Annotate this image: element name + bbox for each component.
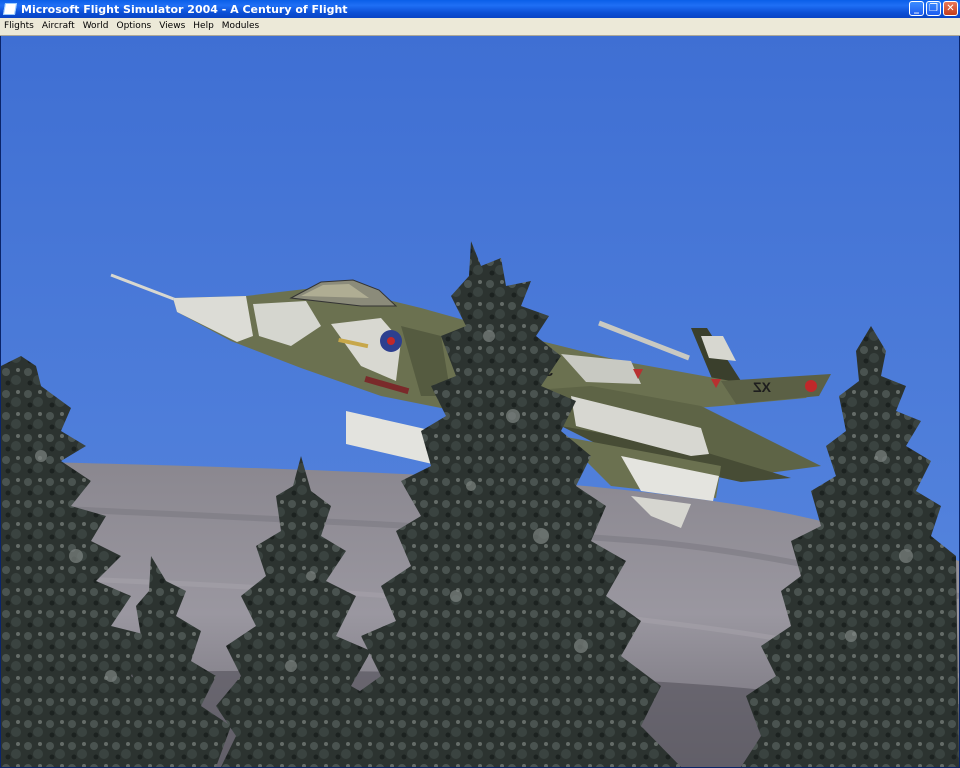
tail-roundel — [805, 380, 817, 392]
menu-world[interactable]: World — [79, 18, 113, 35]
window-controls: _ ❐ ✕ — [909, 1, 958, 16]
menu-flights[interactable]: Flights — [0, 18, 38, 35]
menu-options[interactable]: Options — [112, 18, 155, 35]
flight-scene: XZ 356 — [1, 36, 959, 767]
menu-modules[interactable]: Modules — [218, 18, 263, 35]
flight-viewport[interactable]: XZ 356 — [1, 36, 959, 767]
app-window: Microsoft Flight Simulator 2004 - A Cent… — [0, 0, 960, 768]
menu-bar: Flights Aircraft World Options Views Hel… — [0, 18, 960, 36]
minimize-button[interactable]: _ — [909, 1, 924, 16]
menu-help[interactable]: Help — [189, 18, 218, 35]
window-title: Microsoft Flight Simulator 2004 - A Cent… — [21, 2, 348, 16]
restore-button[interactable]: ❐ — [926, 1, 941, 16]
menu-aircraft[interactable]: Aircraft — [38, 18, 79, 35]
close-button[interactable]: ✕ — [943, 1, 958, 16]
roundel-code: XZ — [753, 379, 771, 395]
app-icon — [2, 3, 18, 15]
menu-views[interactable]: Views — [155, 18, 189, 35]
title-bar[interactable]: Microsoft Flight Simulator 2004 - A Cent… — [0, 0, 960, 18]
